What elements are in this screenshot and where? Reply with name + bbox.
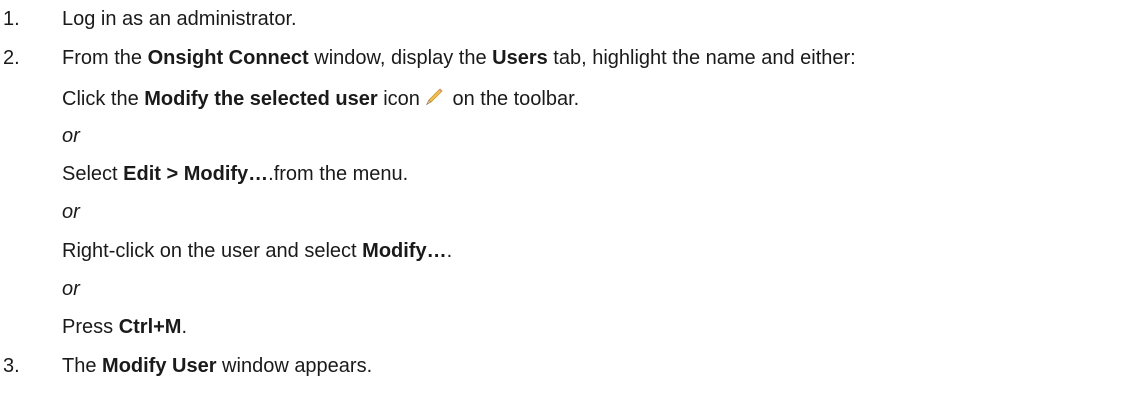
window-name: Modify User	[102, 355, 217, 377]
keyboard-shortcut: Ctrl+M	[118, 316, 182, 338]
instruction-document: 1. Log in as an administrator. 2. From t…	[3, 8, 856, 377]
app-name: Onsight Connect	[147, 47, 309, 69]
context-command: Modify…	[362, 240, 447, 262]
tab-name: Users	[492, 47, 548, 69]
step-number: 2.	[3, 47, 20, 69]
step-text: From the Onsight Connect window, display…	[62, 47, 856, 69]
step-text: The Modify User window appears.	[62, 355, 373, 377]
menu-path: Edit > Modify…	[123, 163, 269, 185]
step-number: 3.	[3, 355, 20, 377]
command-name: Modify the selected user	[144, 88, 378, 110]
step-text: Log in as an administrator.	[62, 8, 297, 30]
pencil-icon	[426, 88, 443, 105]
step-number: 1.	[3, 8, 20, 30]
